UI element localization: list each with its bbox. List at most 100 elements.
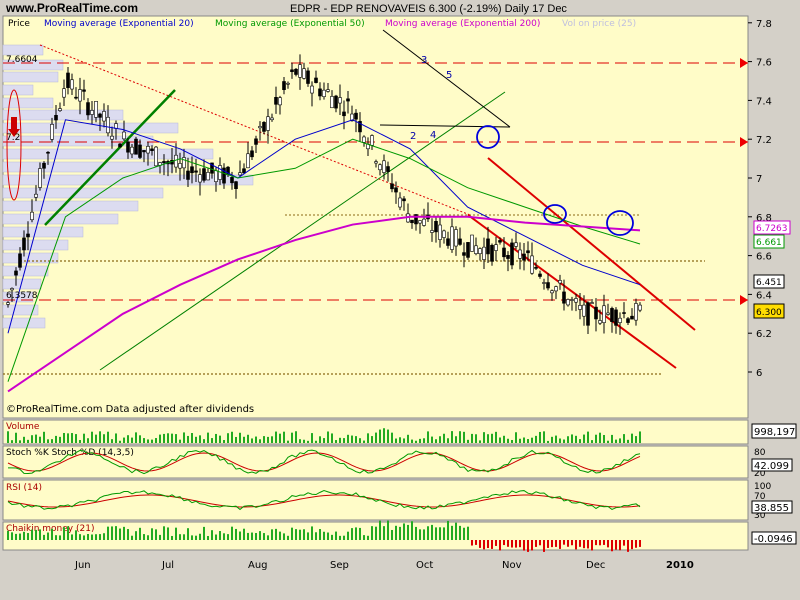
chaikin-bar: [211, 530, 213, 540]
candle-body: [578, 305, 582, 310]
chaikin-bar: [35, 529, 37, 540]
volume-bar: [427, 431, 429, 443]
chaikin-bar: [355, 527, 357, 540]
chaikin-bar: [271, 529, 273, 540]
candle-body: [574, 298, 578, 303]
volume-bar: [591, 440, 593, 443]
chaikin-bar: [155, 529, 157, 540]
volume-bar: [191, 433, 193, 443]
candle-body: [462, 252, 466, 256]
candle-body: [150, 148, 154, 151]
volume-bar: [599, 432, 601, 443]
chaikin-bar: [535, 540, 537, 547]
chaikin-bar: [575, 540, 577, 550]
candle-body: [254, 138, 258, 145]
volume-bar: [623, 434, 625, 443]
volume-bar: [255, 436, 257, 443]
volume-bar: [331, 433, 333, 443]
axis-tick-label: 7.2: [756, 135, 772, 146]
volume-bar: [295, 431, 297, 443]
candle-body: [238, 172, 242, 176]
chaikin-bar: [639, 540, 641, 547]
volume-bar: [287, 440, 289, 443]
chaikin-bar: [567, 540, 569, 547]
candle-body: [554, 286, 558, 292]
volume-value: 998,197: [754, 427, 795, 438]
legend-ema50: Moving average (Exponential 50): [215, 19, 365, 29]
volume-bar: [315, 440, 317, 443]
volume-bar: [483, 432, 485, 443]
volume-bar: [359, 438, 361, 443]
chaikin-bar: [311, 526, 313, 540]
volume-bar: [79, 440, 81, 443]
stoch-value: 42.099: [754, 461, 789, 472]
candle-body: [30, 211, 34, 221]
volume-bar: [127, 435, 129, 443]
candle-body: [346, 98, 350, 102]
candle-body: [70, 79, 74, 90]
chaikin-bar: [439, 527, 441, 540]
chaikin-bar: [531, 540, 533, 551]
chaikin-bar: [239, 531, 241, 540]
volume-bar: [283, 431, 285, 443]
volume-bar: [431, 436, 433, 443]
candle-body: [286, 82, 290, 85]
candle-body: [470, 234, 474, 252]
volume-bar: [567, 436, 569, 443]
volume-bar: [423, 438, 425, 443]
volume-bar: [91, 431, 93, 443]
chaikin-bar: [363, 535, 365, 540]
candle-body: [418, 220, 422, 224]
chaikin-bar: [455, 522, 457, 540]
chaikin-bar: [327, 532, 329, 540]
rsi-panel: [2, 479, 749, 521]
chaikin-bar: [119, 528, 121, 540]
volume-bar: [75, 434, 77, 443]
volume-bar: [259, 439, 261, 443]
axis-tick-label: 6.6: [756, 252, 772, 263]
volume-bar: [555, 435, 557, 443]
axis-tick-label: 7.8: [756, 19, 772, 30]
volume-bar: [167, 433, 169, 443]
volume-bar: [199, 435, 201, 443]
candle-body: [102, 111, 106, 122]
wave-label-2: 2: [410, 131, 416, 142]
candle-body: [206, 172, 210, 181]
candle-body: [334, 95, 338, 109]
candle-body: [590, 302, 594, 304]
chaikin-bar: [523, 540, 525, 551]
volume-bar: [607, 440, 609, 443]
chaikin-bar: [287, 535, 289, 540]
chaikin-bar: [31, 529, 33, 540]
month-nov: Nov: [502, 560, 522, 571]
volume-bar: [527, 439, 529, 443]
chaikin-bar: [571, 540, 573, 546]
chaikin-bar: [175, 527, 177, 540]
chaikin-bar: [107, 526, 109, 540]
volume-bar: [131, 437, 133, 443]
volume-bar: [323, 438, 325, 443]
chaikin-bar: [207, 535, 209, 540]
chaikin-bar: [95, 534, 97, 540]
legend-volprice: Vol on price (25): [562, 19, 636, 29]
volume-bar: [535, 435, 537, 443]
chaikin-bar: [607, 540, 609, 548]
volume-bar: [523, 437, 525, 443]
candle-body: [386, 166, 390, 172]
legend-ema200: Moving average (Exponential 200): [385, 19, 540, 29]
candle-body: [178, 163, 182, 169]
candle-body: [274, 97, 278, 105]
volume-bar: [267, 436, 269, 443]
chaikin-bar: [399, 526, 401, 540]
chaikin-bar: [195, 535, 197, 540]
candle-body: [534, 267, 538, 269]
candle-body: [466, 242, 470, 258]
volume-bar: [279, 433, 281, 443]
chaikin-bar: [247, 532, 249, 540]
candle-body: [162, 161, 166, 164]
chaikin-label: Chaikin money (21): [6, 524, 94, 534]
candle-body: [110, 135, 114, 140]
volume-bar: [215, 433, 217, 443]
volume-bar: [631, 433, 633, 443]
chaikin-bar: [475, 540, 477, 545]
